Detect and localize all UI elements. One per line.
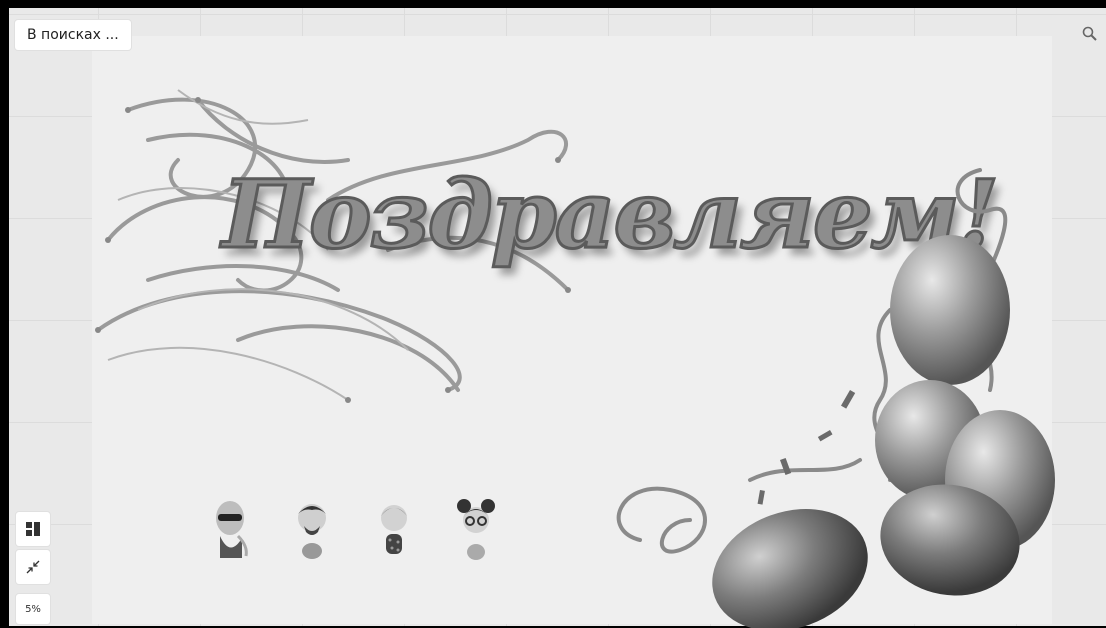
screen-top-edge <box>0 0 1106 8</box>
balloons-illustration <box>616 168 1055 628</box>
search-input-value: В поисках ... <box>27 27 119 43</box>
zoom-level[interactable]: 5% <box>16 594 50 624</box>
layout-icon <box>26 522 40 536</box>
avatar-man-beard[interactable] <box>290 496 334 562</box>
screen-left-edge <box>0 0 9 628</box>
avatar-girl-glasses[interactable] <box>454 496 498 562</box>
collapse-arrows-icon <box>26 560 40 574</box>
avatar-sunglasses[interactable] <box>208 496 252 562</box>
search-input[interactable]: В поисках ... <box>15 20 131 50</box>
avatar-girl-dots[interactable] <box>372 496 416 562</box>
layout-button[interactable] <box>16 512 50 546</box>
collapse-button[interactable] <box>16 550 50 584</box>
zoom-level-text: 5% <box>25 603 41 615</box>
magnifier-icon[interactable] <box>1082 26 1098 42</box>
